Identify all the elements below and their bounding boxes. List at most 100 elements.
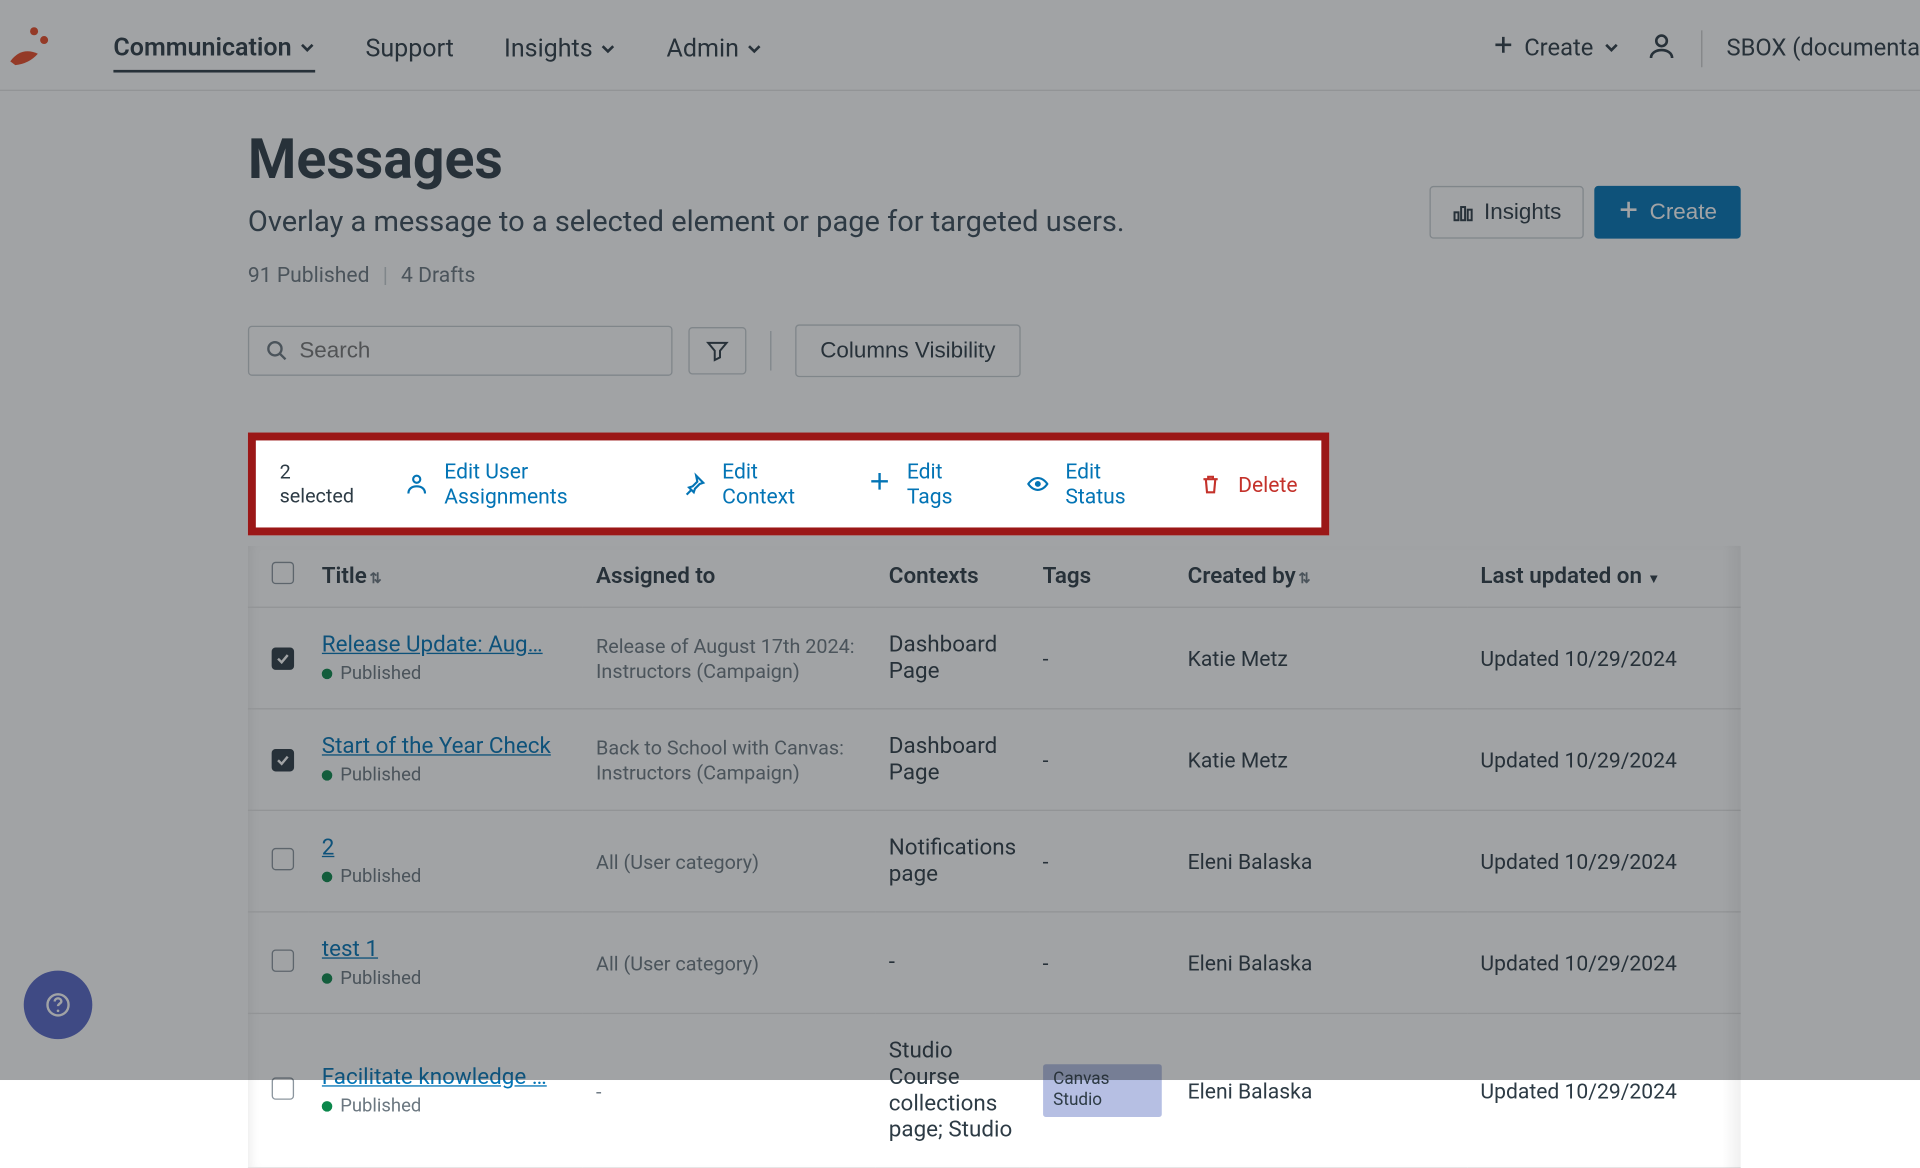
col-contexts[interactable]: Contexts (876, 546, 1030, 607)
user-icon[interactable] (1646, 30, 1678, 67)
chevron-down-icon (1604, 34, 1620, 62)
nav-label: Admin (667, 33, 739, 63)
plus-icon (1618, 198, 1639, 226)
button-label: Create (1650, 199, 1717, 225)
plus-icon (1493, 34, 1514, 62)
sort-icon: ⇅ (369, 570, 381, 587)
delete-action[interactable]: Delete (1199, 471, 1298, 496)
last-updated: Updated 10/29/2024 (1480, 646, 1676, 671)
table-row: 2Published All (User category) Notificatio… (248, 810, 1741, 912)
col-title[interactable]: Title⇅ (309, 546, 583, 607)
columns-visibility-button[interactable]: Columns Visibility (795, 324, 1020, 377)
selected-count: 2 selected (280, 460, 366, 507)
eye-icon (1026, 472, 1050, 496)
chevron-down-icon: ▼ (1647, 572, 1660, 587)
edit-context-action[interactable]: Edit Context (683, 459, 828, 509)
trash-icon (1199, 472, 1223, 496)
assigned-to: All (User category) (596, 850, 759, 874)
row-checkbox[interactable] (272, 748, 294, 770)
col-assigned[interactable]: Assigned to (583, 546, 876, 607)
action-label: Edit Status (1065, 459, 1159, 509)
button-label: Insights (1484, 199, 1561, 225)
create-label: Create (1524, 34, 1593, 62)
create-button[interactable]: Create (1594, 186, 1740, 239)
org-label[interactable]: SBOX (documenta (1727, 34, 1920, 62)
edit-user-assignments-action[interactable]: Edit User Assignments (405, 459, 643, 509)
status-dot (322, 973, 333, 984)
assigned-to: All (User category) (596, 951, 759, 975)
top-navbar: Communication Support Insights Admin Cre… (0, 7, 1920, 91)
page-subtitle: Overlay a message to a selected element … (248, 206, 1125, 239)
messages-table: Title⇅ Assigned to Contexts Tags Created… (248, 546, 1741, 1168)
bulk-actions-bar: 2 selected Edit User Assignments Edit Co… (248, 433, 1329, 536)
col-tags[interactable]: Tags (1029, 546, 1174, 607)
nav-label: Communication (113, 32, 291, 62)
tags: - (1043, 747, 1049, 772)
create-dropdown[interactable]: Create (1490, 29, 1622, 67)
tags: - (1043, 950, 1049, 975)
contexts: Studio Course collections page; Studio (889, 1038, 1012, 1143)
nav-support[interactable]: Support (365, 25, 453, 71)
row-checkbox[interactable] (272, 949, 294, 971)
help-fab[interactable] (24, 971, 93, 1040)
created-by: Katie Metz (1188, 646, 1288, 671)
col-created[interactable]: Created by⇅ (1174, 546, 1467, 607)
contexts: Notifications page (889, 835, 1016, 888)
tag-pill[interactable]: Canvas Studio (1043, 1065, 1162, 1117)
filter-button[interactable] (688, 327, 746, 374)
app-logo (5, 23, 55, 73)
table-row: Release Update: Aug…PublishedRelease of … (248, 607, 1741, 709)
status-dot (322, 669, 333, 680)
message-title-link[interactable]: Facilitate knowledge … (322, 1064, 547, 1090)
col-updated[interactable]: Last updated on▼ (1467, 546, 1740, 607)
status-text: Published (340, 866, 421, 887)
search-input[interactable] (248, 326, 673, 376)
assigned-to: Release of August 17th 2024: Instructors… (596, 634, 854, 683)
assigned-to: Back to School with Canvas: Instructors … (596, 736, 844, 785)
last-updated: Updated 10/29/2024 (1480, 1078, 1676, 1103)
row-checkbox[interactable] (272, 1077, 294, 1099)
action-label: Delete (1238, 471, 1297, 496)
action-label: Edit Tags (907, 459, 986, 509)
status-dot (322, 770, 333, 781)
pin-icon (683, 472, 707, 496)
action-label: Edit User Assignments (444, 459, 643, 509)
message-title-link[interactable]: 2 (322, 835, 335, 861)
plus-icon (867, 469, 891, 498)
action-label: Edit Context (722, 459, 828, 509)
search-field[interactable] (299, 338, 655, 364)
status-text: Published (340, 968, 421, 989)
last-updated: Updated 10/29/2024 (1480, 747, 1676, 772)
nav-admin[interactable]: Admin (667, 25, 763, 71)
created-by: Eleni Balaska (1188, 950, 1313, 975)
contexts: Dashboard Page (889, 632, 997, 685)
message-title-link[interactable]: test 1 (322, 936, 378, 962)
nav-communication[interactable]: Communication (113, 24, 315, 73)
divider (1701, 30, 1702, 67)
counts-line: 91 Published | 4 Drafts (248, 262, 1920, 287)
edit-status-action[interactable]: Edit Status (1026, 459, 1159, 509)
select-all-checkbox[interactable] (272, 562, 294, 584)
table-row: Start of the Year Check Published Back to … (248, 709, 1741, 811)
bar-chart-icon (1452, 202, 1473, 223)
message-title-link[interactable]: Release Update: Aug… (322, 632, 543, 658)
drafts-count: 4 Drafts (401, 262, 475, 287)
nav-insights[interactable]: Insights (504, 25, 616, 71)
status-text: Published (340, 765, 421, 786)
divider (770, 331, 771, 371)
nav-label: Support (365, 33, 453, 63)
sort-icon: ⇅ (1298, 570, 1310, 587)
row-checkbox[interactable] (272, 647, 294, 669)
message-title-link[interactable]: Start of the Year Check (322, 733, 551, 759)
insights-button[interactable]: Insights (1430, 186, 1584, 239)
person-icon (405, 472, 429, 496)
row-checkbox[interactable] (272, 847, 294, 869)
filter-icon (706, 339, 730, 363)
contexts: Dashboard Page (889, 733, 997, 786)
chevron-down-icon (300, 32, 316, 62)
edit-tags-action[interactable]: Edit Tags (867, 459, 986, 509)
last-updated: Updated 10/29/2024 (1480, 950, 1676, 975)
status-dot (322, 872, 333, 883)
created-by: Eleni Balaska (1188, 849, 1313, 874)
created-by: Katie Metz (1188, 747, 1288, 772)
